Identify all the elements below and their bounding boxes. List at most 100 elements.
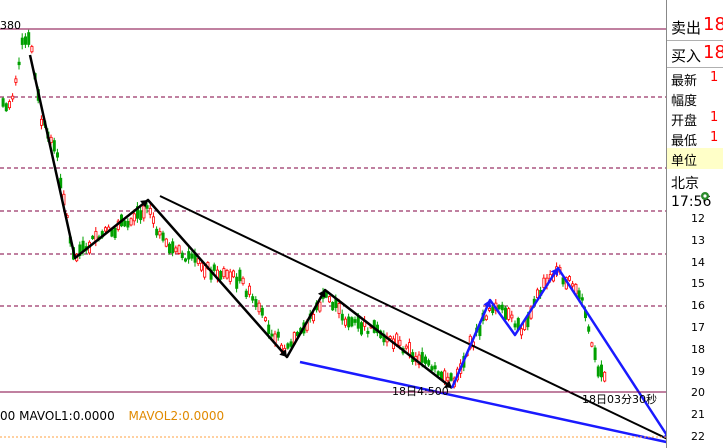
candle-body [337,303,341,314]
app-window: 380 18日4:500 18日03分30秒 00 MAVOL1:0.0000 … [0,0,723,448]
candle-body [449,373,453,381]
time-annotation: 18日03分30秒 [582,393,657,406]
candle-body [126,220,130,228]
latest-value: 1 [710,70,719,85]
zigzag-trend-line [28,54,453,389]
chart-canvas[interactable] [0,0,666,448]
candle-body [353,319,357,323]
candle-body [177,245,181,254]
candle-body [340,313,344,321]
candle-body [270,333,274,337]
candlestick-chart[interactable]: 380 18日4:500 18日03分30秒 00 MAVOL1:0.0000 … [0,0,666,448]
candle-body [366,330,370,334]
candle-body [225,270,229,279]
quote-panel: 卖出 18 买入 18 最新 1 幅度 开盘 1 最低 1 单位 北京 17:5… [666,0,723,448]
candle-body [247,285,251,295]
candle-body [510,314,514,319]
candle-body [23,36,27,45]
tick-item[interactable]: 12 [691,212,705,225]
legend-prefix: 00 [0,409,16,423]
mavol1-label: MAVOL1:0.0000 [19,409,115,423]
candle-body [17,61,21,66]
low-label: 最低 [671,134,698,148]
open-row: 开盘 1 [667,108,723,128]
sell-value: 18 [703,14,723,35]
latest-row: 最新 1 [667,68,723,88]
candle-body [158,231,162,236]
candle-body [398,339,402,346]
candle-body [359,322,363,335]
candle-body [603,371,607,382]
candle-body [27,32,31,45]
tick-item[interactable]: 20 [691,386,705,399]
candle-body [356,316,360,329]
gear-icon[interactable] [699,190,711,202]
candle-body [427,360,431,366]
candle-body [286,343,290,349]
tick-item[interactable]: 21 [691,408,705,421]
candle-body [590,342,594,347]
candle-body [436,371,440,376]
candle-body [423,356,427,364]
tick-item[interactable]: 14 [691,256,705,269]
mavol2-label: MAVOL2:0.0000 [128,409,225,423]
sell-row[interactable]: 卖出 18 [667,14,723,38]
candle-body [110,229,114,237]
trend-lines [28,54,666,444]
candle-body [212,264,216,271]
candle-body [164,238,168,247]
candle-body [276,331,280,338]
candle-body [187,251,191,260]
divider [667,40,723,41]
candle-body [587,326,591,332]
buy-label: 买入 [671,47,702,65]
candle-body [568,276,572,281]
low-row: 最低 1 [667,128,723,148]
tick-item[interactable]: 13 [691,234,705,247]
candle-body [420,352,424,363]
sell-label: 卖出 [671,19,702,37]
buy-value: 18 [703,42,723,63]
candle-body [11,95,15,100]
candle-body [219,270,223,280]
candle-body [104,227,108,232]
buy-row[interactable]: 买入 18 [667,42,723,66]
candle-body [327,296,331,303]
candle-body [199,262,203,271]
tick-item[interactable]: 16 [691,299,705,312]
tick-item[interactable]: 18 [691,343,705,356]
open-label: 开盘 [671,114,698,128]
candle-body [142,205,146,219]
candle-body [497,305,501,310]
candle-body [571,283,575,287]
candle-body [129,218,133,226]
candle-body [231,270,235,278]
tick-item[interactable]: 19 [691,365,705,378]
candle-body [148,207,152,215]
candle-body [238,269,242,282]
low-annotation: 18日4:500 [392,385,449,398]
latest-label: 最新 [671,74,698,88]
candle-body [222,268,226,278]
price-grid-lines [0,28,666,307]
candle-body [40,118,44,126]
candle-body [174,247,178,253]
candle-body [484,315,488,320]
candle-body [7,101,11,109]
tick-item[interactable]: 17 [691,321,705,334]
candle-body [487,307,491,311]
candle-body [203,265,207,278]
candle-body [433,365,437,370]
range-row: 幅度 [667,88,723,108]
candle-body [446,376,450,382]
candle-body [139,210,143,221]
candle-body [183,258,187,262]
tick-item[interactable]: 15 [691,277,705,290]
tick-item[interactable]: 22 [691,430,705,443]
candle-body [30,46,34,53]
candle-body [318,301,322,312]
candle-body [343,318,347,326]
candle-body [491,307,495,314]
candle-body [503,307,507,320]
candle-body [145,205,149,209]
